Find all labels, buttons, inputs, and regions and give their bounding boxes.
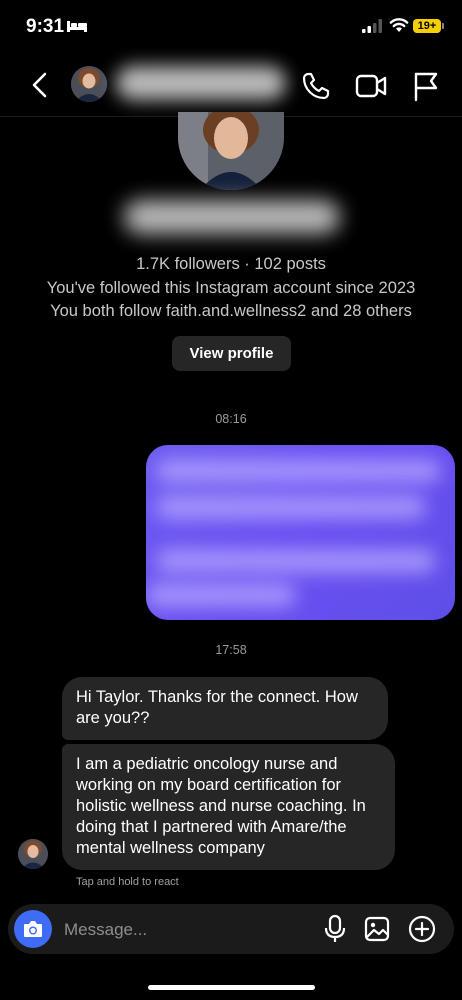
battery-tip [442,23,444,29]
contact-name-redacted [116,66,286,100]
profile-stats: 1.7K followers · 102 posts [136,255,326,273]
followed-since: You've followed this Instagram account s… [46,279,416,297]
flag-icon[interactable] [410,70,440,102]
video-icon[interactable] [355,72,387,100]
phone-icon[interactable] [300,70,332,102]
incoming-message[interactable]: Hi Taylor. Thanks for the connect. How a… [62,677,388,740]
message-input[interactable] [62,914,306,946]
profile-name-redacted [124,200,340,234]
mutual-followers: You both follow faith.and.wellness2 and … [50,302,412,320]
avatar-image [71,66,107,102]
react-hint: Tap and hold to react [76,876,179,888]
plus-icon[interactable] [407,914,437,944]
profile-avatar[interactable] [178,112,284,190]
status-time: 9:31 [26,16,65,37]
timestamp-1: 08:16 [215,412,247,426]
home-indicator [148,985,315,990]
outgoing-message-redacted[interactable] [146,445,455,620]
microphone-icon[interactable] [322,914,348,944]
timestamp-2: 17:58 [215,643,247,657]
gallery-icon[interactable] [364,915,390,943]
back-button[interactable] [26,70,54,100]
view-profile-button[interactable]: View profile [172,336,291,371]
incoming-message[interactable]: I am a pediatric oncology nurse and work… [62,744,395,870]
avatar-image [18,839,48,869]
wifi-icon [389,18,409,32]
signal-icon [362,19,382,33]
camera-icon [24,921,42,937]
camera-button[interactable] [14,910,52,948]
profile-photo [178,112,284,190]
header-avatar[interactable] [71,66,107,102]
bed-icon [67,21,87,32]
battery-indicator: 19+ [413,19,441,33]
sender-avatar[interactable] [18,839,48,869]
